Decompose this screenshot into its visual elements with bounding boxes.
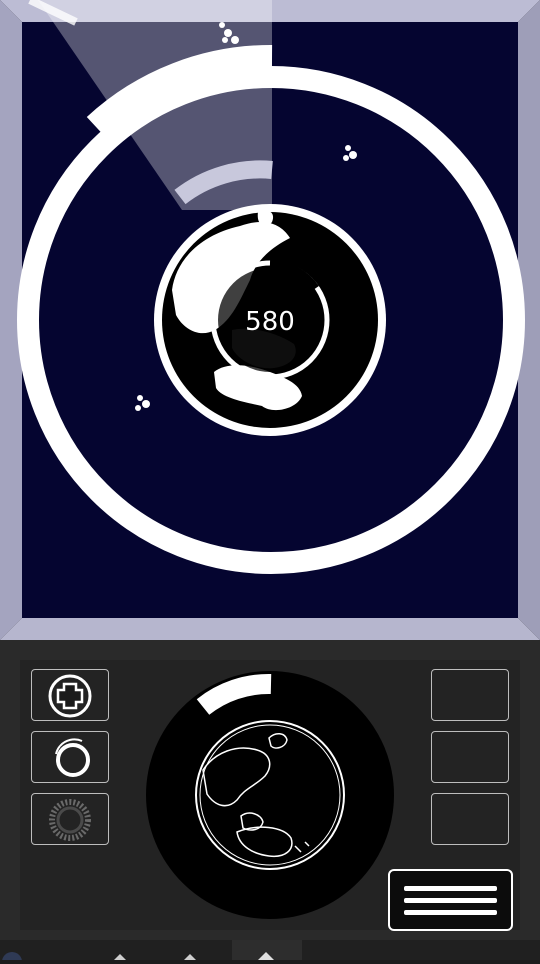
tab-circle-icon[interactable] [2,952,22,964]
empty-slot-3[interactable] [431,793,509,845]
rotate-ring-icon [55,738,90,777]
ability-shield-button[interactable] [31,793,109,845]
empty-slot-1[interactable] [431,669,509,721]
frame-bottom [0,618,540,640]
minimap [146,671,394,919]
heal-cross-icon [48,674,92,718]
ability-rotate-button[interactable] [31,731,109,783]
tab-diamond-icon[interactable] [114,954,126,960]
ability-heal-button[interactable] [31,669,109,721]
empty-slot-2[interactable] [431,731,509,783]
game-field[interactable]: 580 [0,0,540,640]
menu-button[interactable] [388,869,513,931]
score-display: 580 [245,307,295,337]
tab-diamond-icon[interactable] [184,954,196,960]
bottom-tab-strip [0,940,540,964]
shield-ring-icon [49,799,91,841]
hamburger-menu-icon [404,886,497,915]
